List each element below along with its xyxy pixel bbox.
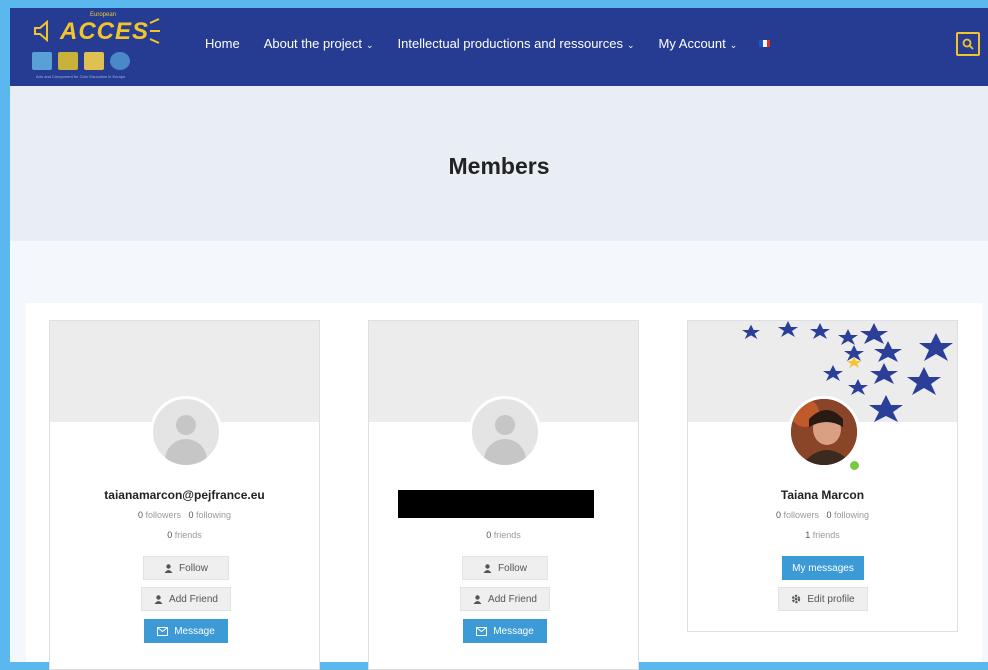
following-count: 0 xyxy=(826,510,832,520)
nav-home-label: Home xyxy=(205,36,240,51)
follow-button[interactable]: Follow xyxy=(143,556,229,580)
nav-home[interactable]: Home xyxy=(205,36,240,51)
nav-about-label: About the project xyxy=(263,36,362,51)
chevron-down-icon: ⌄ xyxy=(729,40,738,50)
following-label: following xyxy=(834,510,870,520)
french-flag-icon[interactable] xyxy=(759,40,771,47)
profile-photo xyxy=(791,399,857,465)
friends-label: friends xyxy=(493,530,521,540)
friends-label: friends xyxy=(812,530,840,540)
search-icon xyxy=(962,38,974,50)
member-friends: 0 friends xyxy=(50,530,319,540)
edit-profile-button[interactable]: Edit profile xyxy=(778,587,868,611)
followers-count: 0 xyxy=(137,510,143,520)
gear-icon xyxy=(792,594,801,604)
logo-title: ACCES xyxy=(60,18,150,45)
speaker-icon xyxy=(34,20,48,42)
follow-label: Follow xyxy=(179,562,208,574)
add-friend-label: Add Friend xyxy=(169,593,218,605)
logo-pictograms xyxy=(32,52,130,70)
my-messages-label: My messages xyxy=(792,562,854,574)
left-border xyxy=(0,0,10,662)
edit-profile-label: Edit profile xyxy=(807,593,855,605)
member-stats: 0 followers 0 following xyxy=(688,510,957,520)
add-friend-button[interactable]: Add Friend xyxy=(460,587,550,611)
nav-about-project[interactable]: About the project ⌄ xyxy=(264,36,374,51)
page-title: Members xyxy=(448,153,550,179)
nav-account-label: My Account xyxy=(658,36,726,51)
friends-count: 0 xyxy=(486,530,492,540)
envelope-icon xyxy=(157,626,169,636)
search-button[interactable] xyxy=(956,32,980,56)
nav-intellectual-productions[interactable]: Intellectual productions and ressources ⌄ xyxy=(398,36,635,51)
friends-count: 0 xyxy=(167,530,173,540)
member-card: taianamarcon@pejfrance.eu 0 followers 0 … xyxy=(49,320,320,670)
member-friends: 1 friends xyxy=(688,530,957,540)
envelope-icon xyxy=(476,626,488,636)
member-card: Taiana Marcon 0 followers 0 following 1 … xyxy=(687,320,958,632)
main-nav: Home About the project ⌄ Intellectual pro… xyxy=(205,36,771,51)
followers-label: followers xyxy=(783,510,819,520)
user-icon xyxy=(154,594,163,604)
nav-my-account[interactable]: My Account ⌄ xyxy=(659,36,738,51)
member-name[interactable]: Taiana Marcon xyxy=(688,488,957,502)
nav-productions-label: Intellectual productions and ressources xyxy=(397,36,623,51)
site-logo[interactable]: European ACCES Arts and Component for Ci… xyxy=(32,12,170,82)
follow-label: Follow xyxy=(498,562,527,574)
online-status-indicator xyxy=(848,459,861,472)
message-button[interactable]: Message xyxy=(144,619,228,643)
followers-count: 0 xyxy=(775,510,781,520)
follow-button[interactable]: Follow xyxy=(462,556,548,580)
avatar[interactable] xyxy=(788,396,860,468)
user-icon xyxy=(483,563,492,573)
member-stats: 0 followers 0 following xyxy=(50,510,319,520)
add-friend-button[interactable]: Add Friend xyxy=(141,587,231,611)
followers-label: followers xyxy=(145,510,181,520)
top-border xyxy=(0,0,988,8)
user-icon xyxy=(473,594,482,604)
people-pictogram-icon xyxy=(32,52,52,70)
navbar: European ACCES Arts and Component for Ci… xyxy=(10,8,988,86)
chevron-down-icon: ⌄ xyxy=(627,40,635,50)
person-pictogram-icon xyxy=(110,52,130,70)
friends-count: 1 xyxy=(805,530,811,540)
chevron-down-icon: ⌄ xyxy=(365,40,374,50)
sound-rays-icon xyxy=(149,18,160,44)
puzzle-pictogram-icon xyxy=(58,52,78,70)
member-friends: 0 friends xyxy=(369,530,638,540)
following-label: following xyxy=(196,510,232,520)
message-label: Message xyxy=(493,625,534,637)
avatar[interactable] xyxy=(469,396,541,468)
redaction-block xyxy=(398,490,594,518)
user-icon xyxy=(164,563,173,573)
message-button[interactable]: Message xyxy=(463,619,547,643)
friends-label: friends xyxy=(174,530,202,540)
avatar[interactable] xyxy=(150,396,222,468)
following-count: 0 xyxy=(188,510,194,520)
member-name[interactable]: taianamarcon@pejfrance.eu xyxy=(50,488,319,502)
message-label: Message xyxy=(174,625,215,637)
logo-tagline: Arts and Component for Civic Education i… xyxy=(36,74,126,79)
building-pictogram-icon xyxy=(84,52,104,70)
add-friend-label: Add Friend xyxy=(488,593,537,605)
my-messages-button[interactable]: My messages xyxy=(782,556,864,580)
